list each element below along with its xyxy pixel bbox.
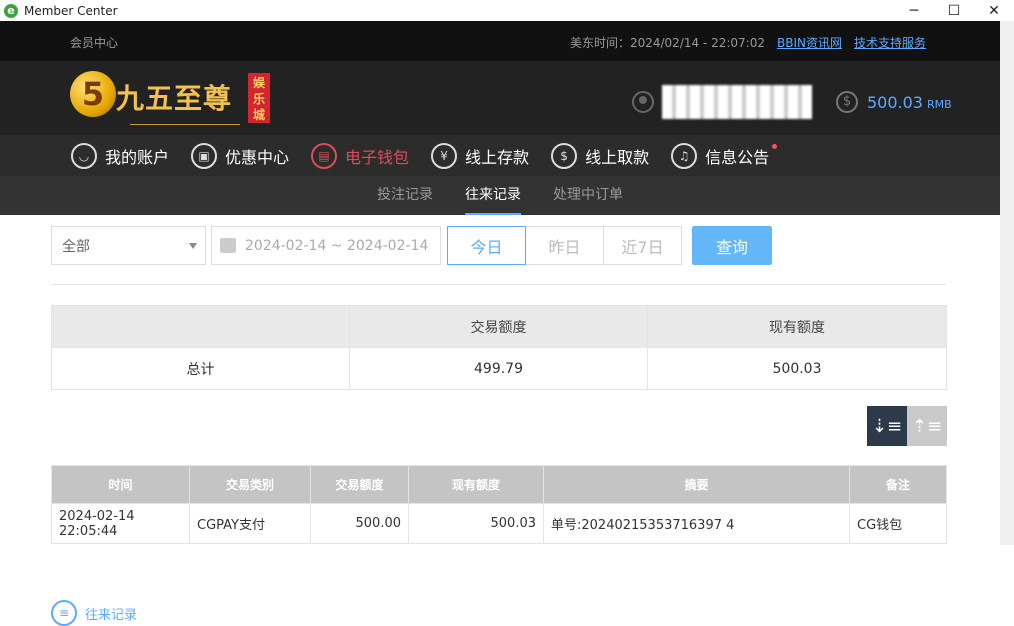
logo-text: 九五至尊	[116, 82, 233, 115]
records-icon: ≡	[51, 600, 77, 626]
record-amount: 500.00	[310, 503, 409, 544]
records-header: 摘要	[543, 465, 850, 504]
wallet-icon: ▤	[311, 142, 338, 169]
record-summary: 单号:20240215353716397 4	[543, 503, 850, 544]
nav-online-withdraw[interactable]: $ 线上取款	[551, 135, 649, 176]
window-titlebar: e Member Center ─ ☐ ✕	[0, 0, 1014, 21]
summary-cell: 499.79	[349, 347, 648, 390]
summary-cell: 总计	[51, 347, 350, 390]
divider	[51, 284, 946, 285]
records-header: 交易类别	[189, 465, 311, 504]
bell-icon: ♫	[671, 142, 698, 169]
record-type: CGPAY支付	[189, 503, 311, 544]
nav-e-wallet[interactable]: ▤ 电子钱包	[311, 135, 409, 176]
sort-descending-icon[interactable]: ⇣≡	[867, 406, 907, 446]
avatar-icon	[632, 91, 654, 113]
sub-tabs: 投注记录 往来记录 处理中订单	[0, 176, 1000, 215]
username-redacted	[662, 85, 812, 119]
date-range-value: 2024-02-14 ~ 2024-02-14	[245, 237, 429, 254]
scrollbar[interactable]	[1000, 21, 1014, 545]
notification-dot	[772, 144, 778, 149]
logo-badge: 娱乐城	[248, 73, 270, 123]
top-info-bar: 会员中心 美东时间：2024/02/14 - 22:07:02 BBIN资讯网 …	[0, 21, 1000, 61]
nav-promotions[interactable]: ▣ 优惠中心	[191, 135, 289, 176]
query-button[interactable]: 查询	[692, 226, 772, 265]
deposit-icon: ¥	[431, 142, 458, 169]
chevron-down-icon	[189, 243, 197, 249]
table-row: 2024-02-14 22:05:44 CGPAY支付 500.00 500.0…	[51, 503, 947, 544]
calendar-icon	[220, 238, 236, 253]
nav-online-deposit[interactable]: ¥ 线上存款	[431, 135, 529, 176]
dollar-icon: $	[836, 91, 858, 113]
summary-table: 交易额度 现有额度 总计 499.79 500.03	[51, 305, 947, 390]
logo-flourish	[130, 117, 240, 125]
nav-label: 线上取款	[585, 147, 650, 167]
record-balance: 500.03	[408, 503, 544, 544]
nav-my-account[interactable]: ◡ 我的账户	[71, 135, 169, 176]
brand-header: 5 九五至尊 娱乐城 $ 500.03 RMB	[0, 61, 1000, 135]
nav-label: 往来记录	[85, 607, 138, 623]
close-button[interactable]: ✕	[974, 0, 1014, 21]
site-logo[interactable]: 5 九五至尊 娱乐城	[70, 71, 270, 127]
yesterday-button[interactable]: 昨日	[525, 226, 604, 265]
range-buttons: 今日 昨日 近7日	[447, 226, 682, 265]
gift-icon: ▣	[191, 142, 218, 169]
logo-emblem: 5	[70, 71, 116, 117]
browser-icon: e	[4, 3, 18, 18]
maximize-button[interactable]: ☐	[934, 0, 974, 21]
member-center-label: 会员中心	[70, 36, 119, 50]
minimize-button[interactable]: ─	[894, 0, 934, 21]
us-eastern-time: 美东时间：2024/02/14 - 22:07:02	[569, 36, 765, 50]
withdraw-icon: $	[551, 142, 578, 169]
balance-amount: 500.03	[867, 92, 923, 112]
summary-cell: 500.03	[647, 347, 947, 390]
summary-header: 现有额度	[647, 305, 947, 348]
nav-transaction-records[interactable]: ≡ 往来记录	[51, 600, 947, 626]
type-select[interactable]: 全部	[51, 226, 206, 265]
filter-bar: 全部 2024-02-14 ~ 2024-02-14 今日 昨日 近7日 查询	[51, 226, 772, 265]
nav-label: 信息公告	[705, 147, 770, 167]
tab-transaction-records[interactable]: 往来记录	[465, 176, 521, 215]
bbin-news-link[interactable]: BBIN资讯网	[777, 34, 842, 51]
window-title: Member Center	[24, 3, 118, 18]
record-note: CG钱包	[849, 503, 947, 544]
last-7-days-button[interactable]: 近7日	[603, 226, 682, 265]
nav-label: 电子钱包	[345, 147, 410, 167]
balance-currency: RMB	[926, 97, 952, 111]
window-controls: ─ ☐ ✕	[894, 0, 1014, 21]
top-right-links: 美东时间：2024/02/14 - 22:07:02 BBIN资讯网 技术支持服…	[570, 34, 926, 51]
nav-announcements[interactable]: ♫ 信息公告	[671, 135, 778, 176]
type-select-value: 全部	[62, 238, 90, 255]
nav-label: 我的账户	[105, 147, 170, 167]
records-header: 备注	[849, 465, 947, 504]
nav-label: 线上存款	[465, 147, 530, 167]
summary-row: 总计 499.79 500.03	[51, 347, 947, 390]
user-icon: ◡	[71, 142, 97, 169]
records-table: 时间 交易类别 交易额度 现有额度 摘要 备注 2024-02-14 22:05…	[51, 465, 947, 544]
records-header-row: 时间 交易类别 交易额度 现有额度 摘要 备注	[51, 465, 947, 504]
sort-buttons: ⇣≡ ⇡≡	[867, 406, 947, 446]
user-box: $ 500.03 RMB	[632, 85, 952, 119]
summary-header-row: 交易额度 现有额度	[51, 305, 947, 348]
record-time: 2024-02-14 22:05:44	[51, 503, 190, 544]
tech-support-link[interactable]: 技术支持服务	[854, 34, 926, 51]
records-header: 时间	[51, 465, 190, 504]
tab-bet-records[interactable]: 投注记录	[377, 176, 433, 215]
records-header: 交易额度	[310, 465, 409, 504]
nav-label: 优惠中心	[225, 147, 290, 167]
records-header: 现有额度	[408, 465, 544, 504]
summary-header	[51, 305, 350, 348]
tab-pending-orders[interactable]: 处理中订单	[553, 176, 623, 215]
date-range-input[interactable]: 2024-02-14 ~ 2024-02-14	[211, 226, 441, 265]
sort-ascending-icon[interactable]: ⇡≡	[907, 406, 947, 446]
main-nav: ◡ 我的账户 ▣ 优惠中心 ▤ 电子钱包 ¥ 线上存款 $ 线上取款 ≡ 往来记…	[0, 135, 1000, 626]
summary-header: 交易额度	[349, 305, 648, 348]
balance: 500.03 RMB	[867, 93, 952, 112]
today-button[interactable]: 今日	[447, 226, 526, 265]
